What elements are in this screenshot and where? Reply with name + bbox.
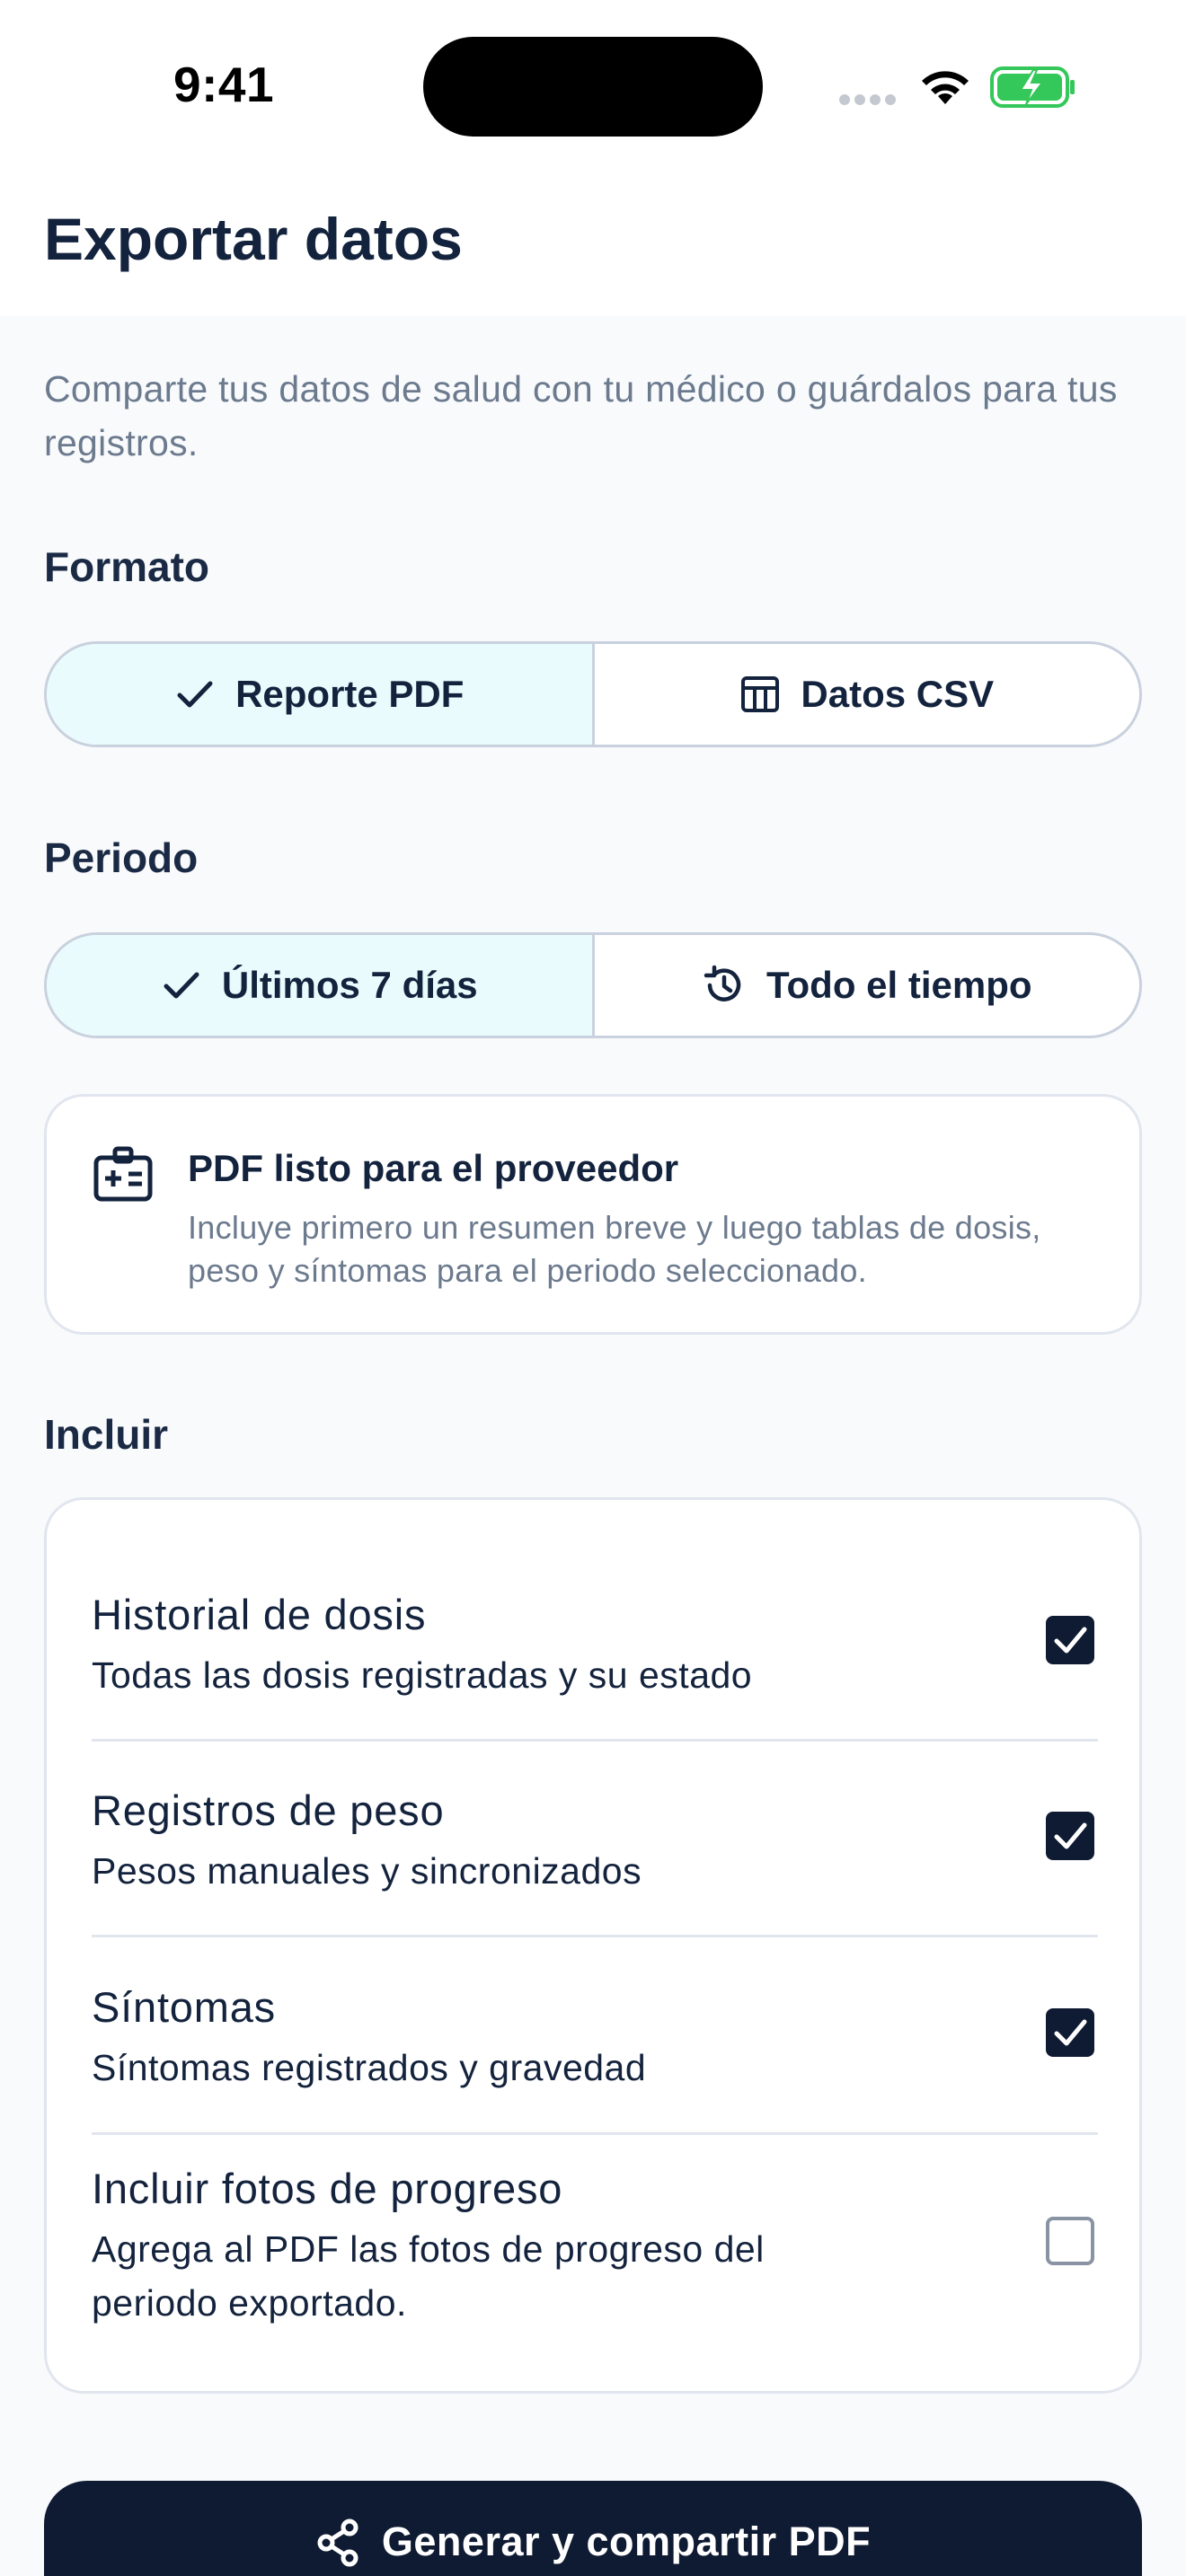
check-icon <box>177 681 213 708</box>
divider <box>92 1739 1098 1742</box>
include-progress-photos-checkbox[interactable] <box>1046 2217 1094 2265</box>
checkmark-icon <box>1054 1822 1087 1849</box>
include-weight-records-checkbox[interactable] <box>1046 1812 1094 1860</box>
wifi-icon <box>922 71 969 104</box>
top-bar: 9:41 Exportar datos <box>0 0 1186 316</box>
history-icon <box>704 965 741 1001</box>
table-icon <box>741 676 780 712</box>
provider-pdf-info-card: PDF listo para el proveedor Incluye prim… <box>44 1094 1142 1335</box>
list-item: Historial de dosis Todas las dosis regis… <box>92 1590 1098 1702</box>
generate-share-pdf-label: Generar y compartir PDF <box>381 2519 872 2564</box>
generate-share-pdf-button[interactable]: Generar y compartir PDF <box>44 2481 1142 2576</box>
status-time: 9:41 <box>173 57 275 112</box>
item-title: Incluir fotos de progreso <box>92 2165 563 2212</box>
format-label: Formato <box>44 543 209 590</box>
format-option-label: Reporte PDF <box>235 673 465 715</box>
list-item: Incluir fotos de progreso Agrega al PDF … <box>92 2164 1098 2330</box>
item-subtitle: Pesos manuales y sincronizados <box>92 1850 642 1892</box>
checkmark-icon <box>1054 1627 1087 1654</box>
item-subtitle: Todas las dosis registradas y su estado <box>92 1654 753 1696</box>
page-title: Exportar datos <box>44 206 463 272</box>
info-title: PDF listo para el proveedor <box>188 1147 679 1189</box>
intro-text: Comparte tus datos de salud con tu médic… <box>44 368 1118 463</box>
list-item: Síntomas Síntomas registrados y gravedad <box>92 1982 1098 2095</box>
format-option-label: Datos CSV <box>801 673 995 715</box>
format-option-pdf[interactable]: Reporte PDF <box>47 644 592 745</box>
period-option-last-7-days[interactable]: Últimos 7 días <box>47 935 592 1036</box>
item-title: Síntomas <box>92 1983 276 2031</box>
medical-id-icon <box>93 1146 153 1202</box>
format-segmented-control: Reporte PDF Datos CSV <box>44 641 1142 747</box>
battery-charging-icon <box>990 66 1075 108</box>
period-option-label: Todo el tiempo <box>766 964 1032 1006</box>
item-title: Historial de dosis <box>92 1591 427 1638</box>
include-list: Historial de dosis Todas las dosis regis… <box>44 1497 1142 2394</box>
checkmark-icon <box>1054 2019 1087 2046</box>
period-segmented-control: Últimos 7 días Todo el tiempo <box>44 932 1142 1038</box>
include-symptoms-checkbox[interactable] <box>1046 2008 1094 2057</box>
divider <box>92 2132 1098 2135</box>
list-item: Registros de peso Pesos manuales y sincr… <box>92 1786 1098 1898</box>
format-option-csv[interactable]: Datos CSV <box>591 644 1140 745</box>
info-description: Incluye primero un resumen breve y luego… <box>188 1209 1041 1289</box>
item-subtitle: Síntomas registrados y gravedad <box>92 2047 647 2088</box>
include-dose-history-checkbox[interactable] <box>1046 1616 1094 1664</box>
period-option-label: Últimos 7 días <box>221 964 478 1006</box>
include-label: Incluir <box>44 1411 169 1458</box>
item-subtitle: Agrega al PDF las fotos de progreso del … <box>92 2228 765 2324</box>
cellular-signal-icon <box>839 93 900 110</box>
dynamic-island <box>423 37 763 137</box>
share-icon <box>317 2519 358 2567</box>
check-icon <box>164 972 199 999</box>
item-title: Registros de peso <box>92 1786 445 1834</box>
divider <box>92 1935 1098 1937</box>
period-option-all-time[interactable]: Todo el tiempo <box>591 935 1140 1036</box>
period-label: Periodo <box>44 834 199 881</box>
